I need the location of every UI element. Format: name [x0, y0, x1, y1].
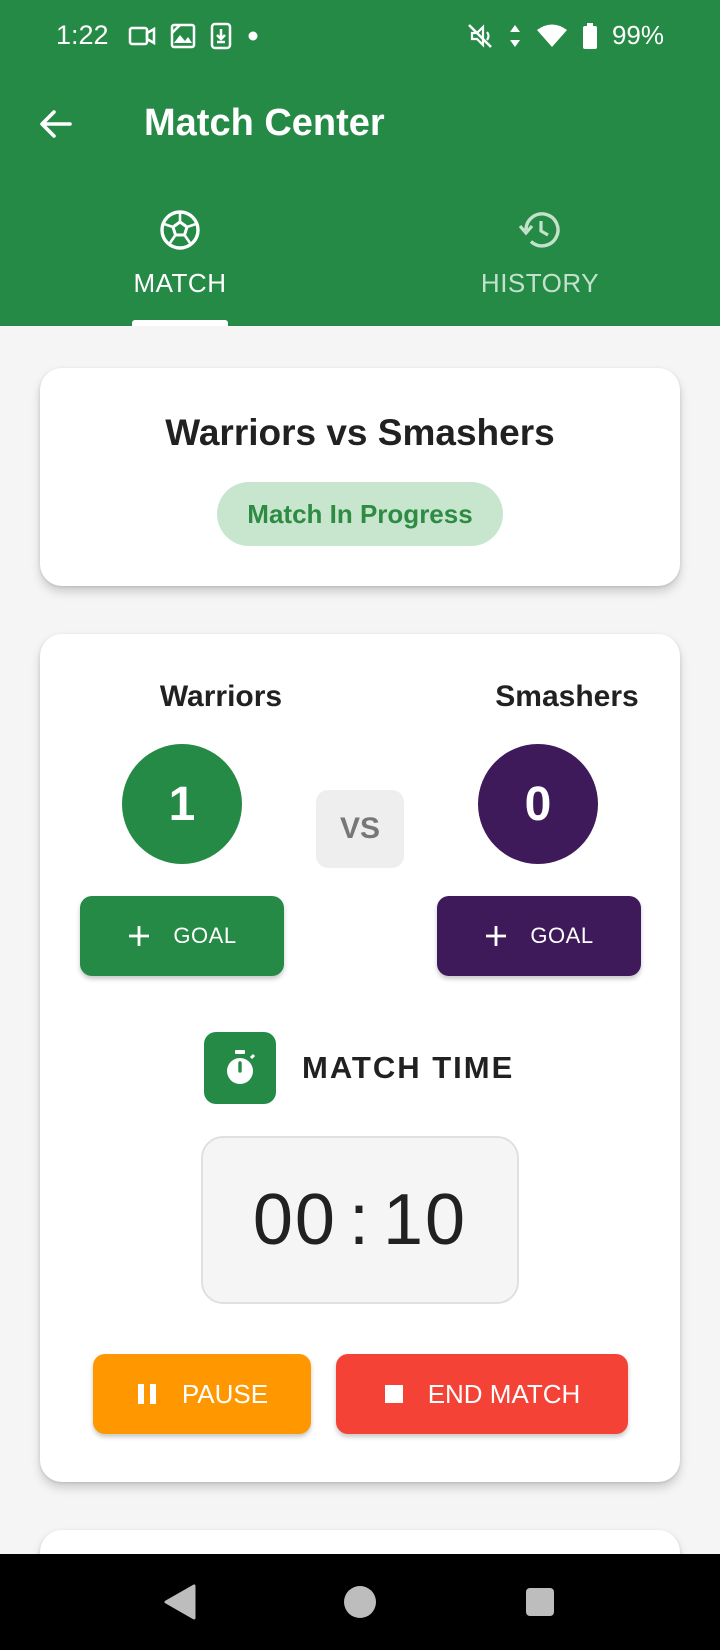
timer-separator: : [348, 1180, 371, 1260]
nav-recents-button[interactable] [516, 1578, 564, 1626]
tab-history-label: HISTORY [480, 268, 600, 298]
status-bar: 1:22 99% [0, 0, 720, 74]
team-a-goal-button[interactable]: GOAL [80, 896, 284, 976]
app-root: 1:22 99% Match Center MATCH HISTORY Warr… [0, 0, 720, 1650]
mute-icon [468, 23, 492, 48]
match-info-card: Warriors vs Smashers Match In Progress [40, 368, 680, 586]
pause-icon [137, 1384, 156, 1404]
download-icon [210, 22, 232, 50]
tab-match[interactable]: MATCH [0, 196, 360, 326]
vs-badge: VS [316, 790, 404, 868]
wifi-icon [536, 24, 567, 47]
battery-icon [582, 22, 597, 49]
history-icon [518, 212, 560, 248]
tab-match-label: MATCH [133, 268, 227, 298]
pause-button[interactable]: PAUSE [93, 1354, 311, 1434]
pause-label: PAUSE [181, 1378, 269, 1409]
end-match-label: END MATCH [427, 1378, 581, 1409]
nav-back-icon [164, 1584, 196, 1620]
scoreboard-card: Warriors Smashers 1 VS 0 GOAL GOAL MATCH… [40, 634, 680, 1482]
nav-home-button[interactable] [336, 1578, 384, 1626]
stopwatch-badge [204, 1032, 276, 1104]
status-time: 1:22 [56, 20, 109, 50]
system-nav-bar [0, 1554, 720, 1650]
nav-recents-icon [526, 1588, 554, 1616]
back-button[interactable] [32, 100, 80, 148]
video-camera-icon [128, 26, 156, 46]
timer-seconds: 10 [383, 1180, 468, 1260]
soccer-ball-icon [160, 210, 200, 250]
tab-bar: MATCH HISTORY [0, 196, 720, 326]
image-icon [170, 23, 196, 49]
toolbar: Match Center [0, 84, 720, 164]
stop-icon [384, 1385, 403, 1403]
team-a-goal-label: GOAL [173, 923, 237, 948]
timer-minutes: 00 [252, 1180, 337, 1260]
plus-icon [129, 926, 150, 946]
nav-home-icon [344, 1586, 376, 1618]
match-time-label: MATCH TIME [302, 1050, 515, 1085]
team-b-goal-button[interactable]: GOAL [437, 896, 641, 976]
team-a-name: Warriors [159, 680, 283, 713]
team-b-goal-label: GOAL [530, 923, 594, 948]
dot-icon [248, 31, 258, 41]
data-arrows-icon [509, 24, 520, 47]
team-b-score: 0 [478, 744, 598, 864]
tab-active-indicator [132, 320, 228, 326]
battery-percent: 99% [611, 20, 664, 50]
page-title: Match Center [144, 102, 385, 144]
arrow-back-icon [40, 110, 72, 138]
match-status-badge: Match In Progress [217, 482, 503, 546]
stopwatch-icon [227, 1050, 256, 1084]
app-header: 1:22 99% Match Center MATCH HISTORY [0, 0, 720, 326]
status-left-icons [128, 22, 260, 50]
tab-history[interactable]: HISTORY [360, 196, 720, 326]
team-a-score: 1 [122, 744, 242, 864]
end-match-button[interactable]: END MATCH [336, 1354, 628, 1434]
plus-icon [486, 926, 507, 946]
match-title: Warriors vs Smashers [165, 412, 555, 453]
status-right-icons: 99% [466, 20, 664, 51]
match-timer-display: 00 : 10 [201, 1136, 519, 1304]
team-b-name: Smashers [495, 680, 639, 713]
nav-back-button[interactable] [156, 1578, 204, 1626]
